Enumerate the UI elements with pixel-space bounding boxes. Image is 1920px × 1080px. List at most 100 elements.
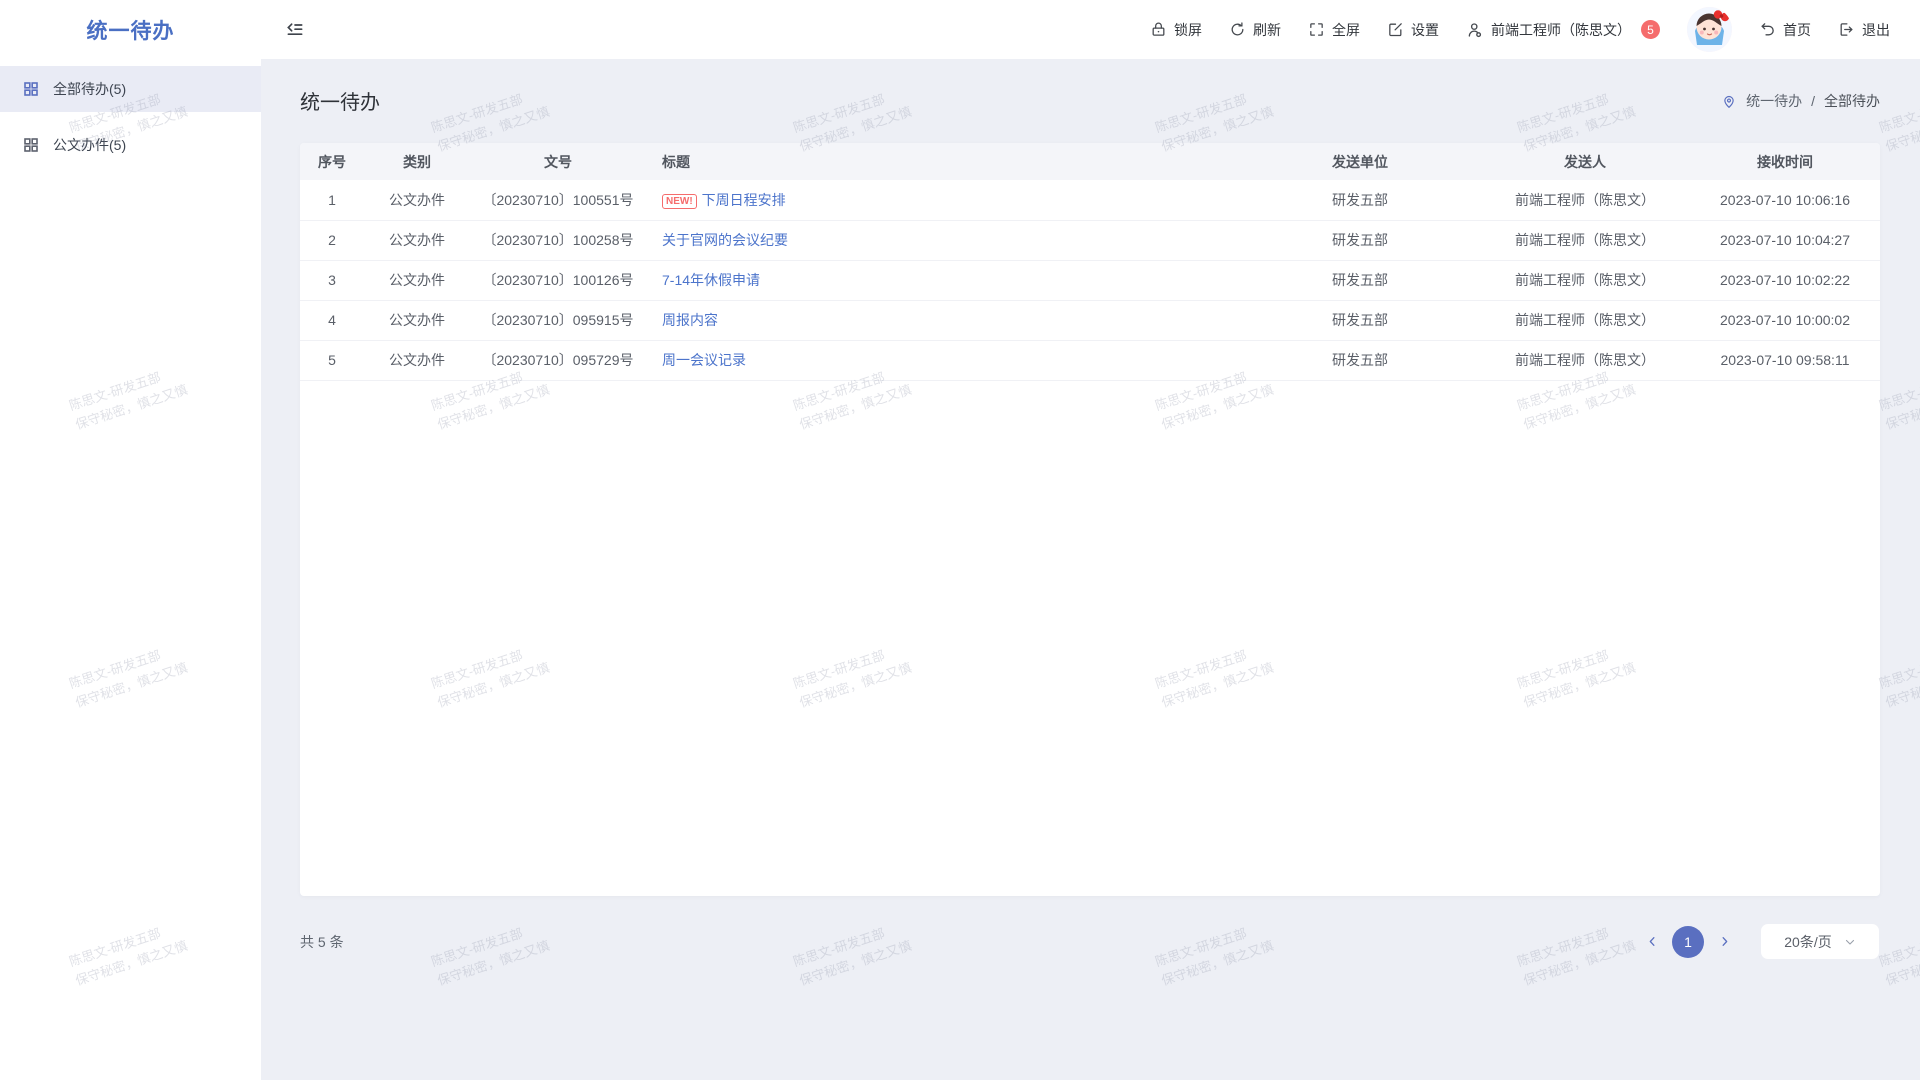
column-header-sender: 发送人	[1480, 143, 1690, 180]
fullscreen-button[interactable]: 全屏	[1308, 20, 1360, 40]
table-row: 1 公文办件 〔20230710〕100551号 NEW! 下周日程安排 研发五部…	[300, 180, 1880, 220]
chevron-down-icon	[1844, 936, 1856, 948]
cell-unit: 研发五部	[1240, 340, 1480, 380]
doc-title-link[interactable]: 周报内容	[662, 312, 718, 328]
main-content: 统一待办 统一待办 / 全部待办 序号 类别 文号	[261, 59, 1920, 1080]
user-icon	[1466, 21, 1484, 39]
todo-table-card: 序号 类别 文号 标题 发送单位 发送人 接收时间 1 公文办件 〔202307…	[300, 143, 1880, 896]
page-number-button[interactable]: 1	[1672, 926, 1704, 958]
sidebar-item-label: 全部待办(5)	[53, 79, 126, 99]
grid-icon	[23, 81, 39, 97]
logout-icon	[1838, 21, 1855, 38]
table-row: 3 公文办件 〔20230710〕100126号 7-14年休假申请 研发五部 …	[300, 260, 1880, 300]
breadcrumb-current: 全部待办	[1824, 91, 1880, 111]
cell-time: 2023-07-10 10:00:02	[1690, 300, 1880, 340]
sidebar-item-label: 公文办件(5)	[53, 135, 126, 155]
column-header-title: 标题	[646, 143, 1240, 180]
settings-label: 设置	[1411, 20, 1439, 40]
cell-doc-no: 〔20230710〕095915号	[470, 300, 646, 340]
column-header-no: 序号	[300, 143, 364, 180]
cell-category: 公文办件	[364, 220, 470, 260]
collapse-sidebar-icon	[285, 20, 305, 40]
cell-title: 周一会议记录	[646, 340, 1240, 380]
page-size-select[interactable]: 20条/页	[1760, 923, 1880, 960]
edit-square-icon	[1387, 21, 1404, 38]
cell-title: 7-14年休假申请	[646, 260, 1240, 300]
cell-no: 5	[300, 340, 364, 380]
todo-table: 序号 类别 文号 标题 发送单位 发送人 接收时间 1 公文办件 〔202307…	[300, 143, 1880, 381]
location-pin-icon	[1721, 93, 1737, 109]
cell-title: 周报内容	[646, 300, 1240, 340]
column-header-doc-no: 文号	[470, 143, 646, 180]
cell-unit: 研发五部	[1240, 180, 1480, 220]
cell-time: 2023-07-10 10:04:27	[1690, 220, 1880, 260]
cell-category: 公文办件	[364, 300, 470, 340]
cell-sender: 前端工程师（陈思文）	[1480, 300, 1690, 340]
refresh-button[interactable]: 刷新	[1229, 20, 1281, 40]
cell-unit: 研发五部	[1240, 220, 1480, 260]
column-header-unit: 发送单位	[1240, 143, 1480, 180]
lock-icon	[1150, 21, 1167, 38]
fullscreen-icon	[1308, 21, 1325, 38]
cell-sender: 前端工程师（陈思文）	[1480, 340, 1690, 380]
cell-doc-no: 〔20230710〕100258号	[470, 220, 646, 260]
cell-sender: 前端工程师（陈思文）	[1480, 180, 1690, 220]
cell-sender: 前端工程师（陈思文）	[1480, 220, 1690, 260]
total-count-label: 共 5 条	[300, 932, 344, 952]
next-page-button[interactable]	[1710, 928, 1738, 956]
cell-title: NEW! 下周日程安排	[646, 180, 1240, 220]
table-footer: 共 5 条 1 20条/页	[300, 923, 1880, 960]
chevron-left-icon	[1646, 935, 1659, 948]
breadcrumb: 统一待办 / 全部待办	[1721, 91, 1880, 111]
cell-time: 2023-07-10 09:58:11	[1690, 340, 1880, 380]
page-header: 统一待办 统一待办 / 全部待办	[300, 86, 1880, 115]
pagination: 1 20条/页	[1638, 923, 1880, 960]
breadcrumb-separator: /	[1811, 93, 1815, 109]
table-row: 4 公文办件 〔20230710〕095915号 周报内容 研发五部 前端工程师…	[300, 300, 1880, 340]
column-header-category: 类别	[364, 143, 470, 180]
cell-no: 1	[300, 180, 364, 220]
page-title: 统一待办	[300, 86, 380, 115]
user-name-label: 前端工程师（陈思文）	[1491, 20, 1631, 40]
doc-title-link[interactable]: 7-14年休假申请	[662, 272, 760, 288]
cell-category: 公文办件	[364, 180, 470, 220]
column-header-time: 接收时间	[1690, 143, 1880, 180]
back-arrow-icon	[1759, 21, 1776, 38]
home-button[interactable]: 首页	[1759, 20, 1811, 40]
cell-unit: 研发五部	[1240, 300, 1480, 340]
cell-unit: 研发五部	[1240, 260, 1480, 300]
doc-title-link[interactable]: 下周日程安排	[702, 192, 786, 208]
logout-button[interactable]: 退出	[1838, 20, 1890, 40]
top-bar: 统一待办 锁屏	[0, 0, 1920, 59]
cell-doc-no: 〔20230710〕095729号	[470, 340, 646, 380]
sidebar-item-all-todos[interactable]: 全部待办(5)	[0, 66, 261, 112]
cell-time: 2023-07-10 10:02:22	[1690, 260, 1880, 300]
doc-title-link[interactable]: 关于官网的会议纪要	[662, 232, 788, 248]
sidebar-item-official-docs[interactable]: 公文办件(5)	[0, 122, 261, 168]
sidebar-collapse-button[interactable]	[285, 20, 305, 40]
header-toolbar: 锁屏 刷新 全屏	[1150, 7, 1920, 52]
cell-category: 公文办件	[364, 260, 470, 300]
table-row: 2 公文办件 〔20230710〕100258号 关于官网的会议纪要 研发五部 …	[300, 220, 1880, 260]
fullscreen-label: 全屏	[1332, 20, 1360, 40]
prev-page-button[interactable]	[1638, 928, 1666, 956]
cell-no: 3	[300, 260, 364, 300]
user-avatar[interactable]	[1687, 7, 1732, 52]
refresh-icon	[1229, 21, 1246, 38]
app-logo: 统一待办	[0, 15, 261, 45]
cell-sender: 前端工程师（陈思文）	[1480, 260, 1690, 300]
doc-title-link[interactable]: 周一会议记录	[662, 352, 746, 368]
grid-icon	[23, 137, 39, 153]
cell-doc-no: 〔20230710〕100551号	[470, 180, 646, 220]
cell-time: 2023-07-10 10:06:16	[1690, 180, 1880, 220]
home-label: 首页	[1783, 20, 1811, 40]
new-badge: NEW!	[662, 194, 697, 209]
cell-category: 公文办件	[364, 340, 470, 380]
user-info[interactable]: 前端工程师（陈思文） 5	[1466, 20, 1660, 40]
lock-screen-button[interactable]: 锁屏	[1150, 20, 1202, 40]
breadcrumb-root[interactable]: 统一待办	[1746, 91, 1802, 111]
chevron-right-icon	[1718, 935, 1731, 948]
settings-button[interactable]: 设置	[1387, 20, 1439, 40]
sidebar: 全部待办(5) 公文办件(5)	[0, 59, 261, 1080]
page-size-value: 20条/页	[1784, 932, 1831, 952]
